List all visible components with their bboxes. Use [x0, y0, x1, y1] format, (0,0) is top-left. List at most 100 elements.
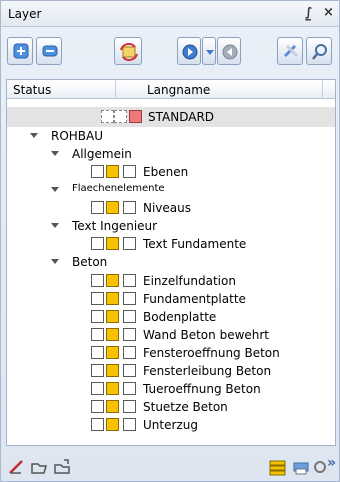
- layer-visible-checkbox[interactable]: [91, 382, 104, 395]
- layer-name: Fundamentplatte: [143, 292, 246, 306]
- layer-color-swatch[interactable]: [106, 418, 119, 431]
- layer-color-swatch[interactable]: [106, 201, 119, 214]
- print-icon[interactable]: [291, 457, 311, 477]
- layer-visible-checkbox[interactable]: [91, 165, 104, 178]
- layer-row[interactable]: Niveaus: [7, 198, 335, 218]
- group-row-text-ingenieur[interactable]: Text Ingenieur: [7, 216, 335, 236]
- layer-row[interactable]: Fensterleibung Beton: [7, 361, 335, 381]
- move-down-icon: [182, 44, 198, 60]
- layer-visible-checkbox[interactable]: [91, 274, 104, 287]
- layer-status-checkbox[interactable]: [114, 110, 127, 123]
- layer-visible-checkbox[interactable]: [91, 418, 104, 431]
- layer-row[interactable]: Stuetze Beton: [7, 397, 335, 417]
- layer-lock-checkbox[interactable]: [123, 328, 136, 341]
- layer-name: STANDARD: [148, 110, 215, 124]
- layer-row[interactable]: Fensteroeffnung Beton: [7, 343, 335, 363]
- layer-color-swatch[interactable]: [106, 274, 119, 287]
- panel-title: Layer: [8, 7, 42, 21]
- more-icon[interactable]: »: [327, 455, 336, 471]
- refresh-layer-button[interactable]: [114, 37, 142, 65]
- close-icon[interactable]: ×: [323, 5, 334, 20]
- group-name: ROHBAU: [51, 129, 104, 143]
- layer-row[interactable]: Tueroeffnung Beton: [7, 379, 335, 399]
- collapse-arrow-icon[interactable]: [51, 151, 59, 156]
- layer-lock-checkbox[interactable]: [123, 364, 136, 377]
- column-separator[interactable]: [115, 80, 116, 99]
- pen-icon[interactable]: [7, 457, 27, 477]
- group-row-allgemein[interactable]: Allgemein: [7, 144, 335, 164]
- layer-lock-checkbox[interactable]: [123, 274, 136, 287]
- folder-open-icon[interactable]: [29, 457, 49, 477]
- group-name: Text Ingenieur: [72, 219, 158, 233]
- layer-lock-checkbox[interactable]: [123, 201, 136, 214]
- layer-row[interactable]: Text Fundamente: [7, 234, 335, 254]
- layer-visible-checkbox[interactable]: [91, 310, 104, 323]
- layer-color-swatch[interactable]: [106, 292, 119, 305]
- layer-row[interactable]: Wand Beton bewehrt: [7, 325, 335, 345]
- collapse-arrow-icon[interactable]: [51, 187, 59, 192]
- dropdown-arrow-button[interactable]: [202, 37, 216, 65]
- layer-row-standard[interactable]: STANDARD: [7, 107, 335, 127]
- layer-row[interactable]: Ebenen: [7, 162, 335, 182]
- layer-visible-checkbox[interactable]: [91, 364, 104, 377]
- layer-row[interactable]: Unterzug: [7, 415, 335, 435]
- settings-icon[interactable]: [312, 457, 328, 477]
- dropdown-arrow-icon: [206, 50, 214, 55]
- folder-export-icon[interactable]: [52, 457, 72, 477]
- find-button[interactable]: [306, 37, 332, 65]
- group-row-flaechenelemente[interactable]: Flaechenelemente: [7, 180, 335, 200]
- layer-color-swatch[interactable]: [106, 346, 119, 359]
- layer-color-swatch[interactable]: [106, 328, 119, 341]
- collapse-arrow-icon[interactable]: [51, 259, 59, 264]
- swap-button[interactable]: [277, 37, 303, 65]
- group-row-beton[interactable]: Beton: [7, 252, 335, 272]
- toolbar: [1, 31, 339, 73]
- layer-visible-checkbox[interactable]: [91, 292, 104, 305]
- layer-lock-checkbox[interactable]: [123, 382, 136, 395]
- layer-color-swatch[interactable]: [106, 310, 119, 323]
- layer-lock-checkbox[interactable]: [123, 400, 136, 413]
- collapse-arrow-icon[interactable]: [51, 223, 59, 228]
- group-name: Beton: [72, 255, 108, 269]
- group-row-rohbau[interactable]: ROHBAU: [7, 126, 335, 146]
- pin-icon[interactable]: ⨜: [305, 5, 312, 19]
- layer-lock-checkbox[interactable]: [123, 237, 136, 250]
- layer-lock-checkbox[interactable]: [123, 418, 136, 431]
- layer-lock-checkbox[interactable]: [123, 346, 136, 359]
- layer-row[interactable]: Fundamentplatte: [7, 289, 335, 309]
- layer-color-swatch[interactable]: [106, 237, 119, 250]
- layer-lock-checkbox[interactable]: [123, 165, 136, 178]
- layer-name: Text Fundamente: [143, 237, 247, 251]
- layer-lock-checkbox[interactable]: [123, 310, 136, 323]
- layer-status-checkbox[interactable]: [101, 110, 114, 123]
- layer-name: Stuetze Beton: [143, 400, 228, 414]
- layer-visible-checkbox[interactable]: [91, 346, 104, 359]
- layer-lock-checkbox[interactable]: [123, 292, 136, 305]
- layers-icon[interactable]: [267, 457, 289, 479]
- layer-visible-checkbox[interactable]: [91, 237, 104, 250]
- layer-name: Ebenen: [143, 165, 189, 179]
- layer-color-swatch[interactable]: [129, 110, 142, 123]
- move-down-button[interactable]: [177, 37, 201, 65]
- column-header-langname[interactable]: Langname: [147, 83, 210, 97]
- move-up-button[interactable]: [217, 37, 241, 65]
- swap-icon: [283, 44, 299, 58]
- layer-name: Wand Beton bewehrt: [143, 328, 270, 342]
- remove-layer-button[interactable]: [36, 37, 62, 65]
- layer-color-swatch[interactable]: [106, 382, 119, 395]
- collapse-arrow-icon[interactable]: [30, 133, 38, 138]
- layer-color-swatch[interactable]: [106, 400, 119, 413]
- layer-visible-checkbox[interactable]: [91, 201, 104, 214]
- add-layer-button[interactable]: [7, 37, 33, 65]
- refresh-layer-icon: [120, 43, 138, 61]
- layer-color-swatch[interactable]: [106, 165, 119, 178]
- layer-row[interactable]: Bodenplatte: [7, 307, 335, 327]
- column-header-status[interactable]: Status: [13, 83, 51, 97]
- layer-color-swatch[interactable]: [106, 364, 119, 377]
- add-layer-icon: [13, 43, 29, 59]
- layer-visible-checkbox[interactable]: [91, 328, 104, 341]
- column-separator[interactable]: [322, 80, 323, 99]
- layer-visible-checkbox[interactable]: [91, 400, 104, 413]
- layer-name: Niveaus: [143, 201, 192, 215]
- layer-row[interactable]: Einzelfundation: [7, 271, 335, 291]
